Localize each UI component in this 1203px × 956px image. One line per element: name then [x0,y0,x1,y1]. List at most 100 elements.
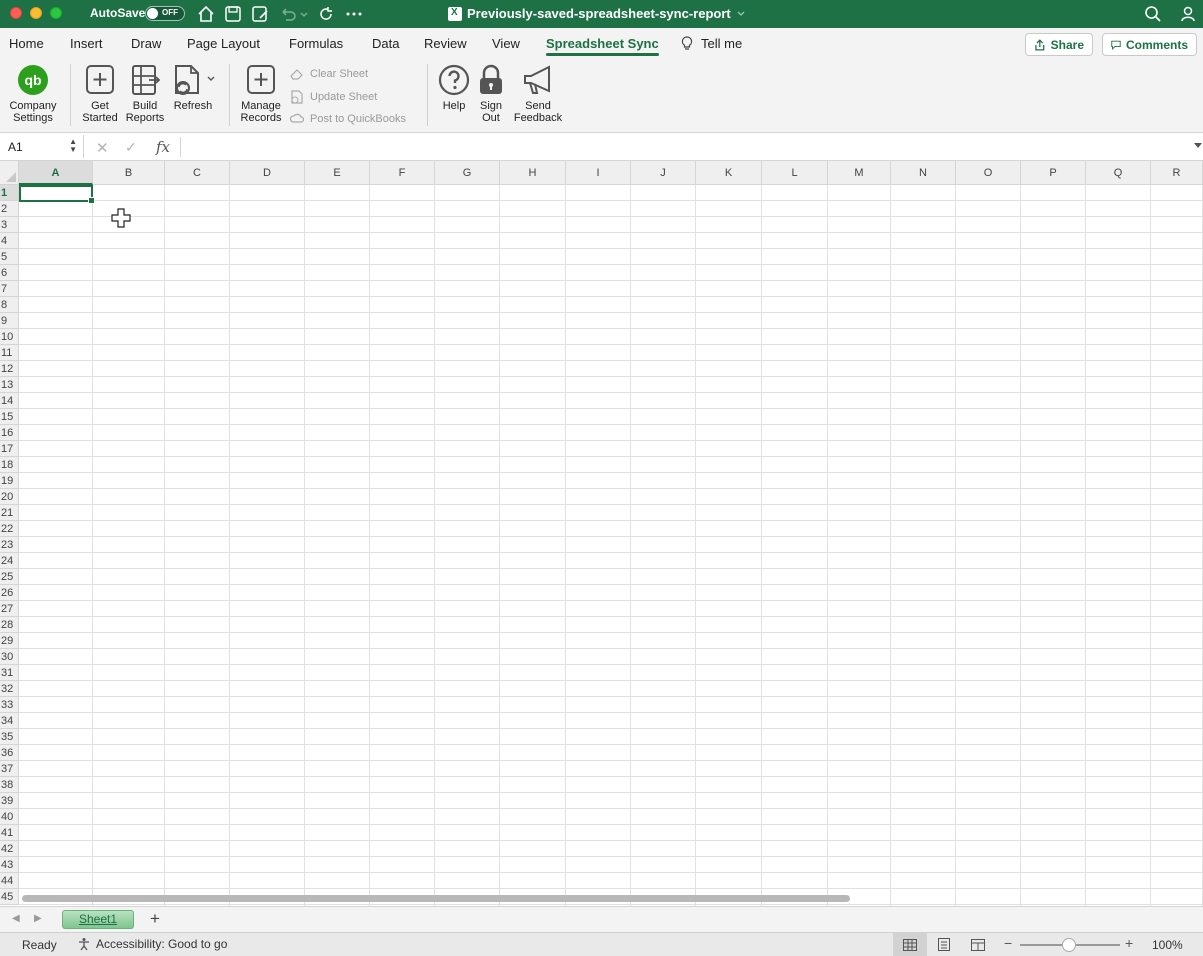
post-to-quickbooks-button[interactable]: Post to QuickBooks [290,112,406,125]
column-header-p[interactable]: P [1021,161,1086,185]
column-header-i[interactable]: I [566,161,631,185]
select-all-corner[interactable] [0,161,19,185]
zoom-level[interactable]: 100% [1152,938,1183,952]
zoom-out-button[interactable]: − [1004,935,1012,951]
horizontal-scrollbar[interactable] [22,895,850,902]
row-header-42[interactable]: 42 [0,841,18,857]
previous-sheet-icon[interactable]: ◀ [12,913,20,924]
cancel-entry-icon[interactable]: ✕ [96,139,109,157]
row-header-29[interactable]: 29 [0,633,18,649]
name-box[interactable]: A1 ▲ ▼ [0,135,84,158]
row-header-45[interactable]: 45 [0,889,18,905]
clear-sheet-button[interactable]: Clear Sheet [290,68,368,80]
row-header-11[interactable]: 11 [0,345,18,361]
row-header-34[interactable]: 34 [0,713,18,729]
row-header-35[interactable]: 35 [0,729,18,745]
save-icon[interactable] [223,4,243,24]
row-header-8[interactable]: 8 [0,297,18,313]
name-box-stepper-icon[interactable]: ▲ ▼ [69,138,77,154]
expand-formula-bar-icon[interactable] [1194,143,1202,149]
zoom-in-button[interactable]: + [1125,935,1133,951]
row-header-14[interactable]: 14 [0,393,18,409]
sign-out-button[interactable]: Sign Out [474,64,508,124]
column-header-k[interactable]: K [696,161,762,185]
column-header-e[interactable]: E [305,161,370,185]
column-header-b[interactable]: B [93,161,165,185]
row-header-21[interactable]: 21 [0,505,18,521]
minimize-window-button[interactable] [30,7,42,19]
row-header-4[interactable]: 4 [0,233,18,249]
save-as-icon[interactable] [250,4,270,24]
row-header-19[interactable]: 19 [0,473,18,489]
tab-home[interactable]: Home [9,36,44,51]
normal-view-button[interactable] [893,933,927,956]
column-header-r[interactable]: R [1151,161,1203,185]
add-sheet-button[interactable]: + [150,909,160,929]
build-reports-button[interactable]: Build Reports [124,64,166,124]
share-button[interactable]: Share [1025,33,1093,56]
row-header-25[interactable]: 25 [0,569,18,585]
column-header-d[interactable]: D [230,161,305,185]
row-header-40[interactable]: 40 [0,809,18,825]
row-header-43[interactable]: 43 [0,857,18,873]
row-header-23[interactable]: 23 [0,537,18,553]
row-header-15[interactable]: 15 [0,409,18,425]
tab-spreadsheet-sync[interactable]: Spreadsheet Sync [546,36,659,56]
more-icon[interactable] [344,4,364,24]
tab-formulas[interactable]: Formulas [289,36,343,51]
confirm-entry-icon[interactable]: ✓ [125,139,137,156]
zoom-window-button[interactable] [50,7,62,19]
tab-review[interactable]: Review [424,36,467,51]
page-break-view-button[interactable] [961,933,995,956]
next-sheet-icon[interactable]: ▶ [34,913,42,924]
row-header-37[interactable]: 37 [0,761,18,777]
column-header-m[interactable]: M [828,161,891,185]
undo-dropdown-icon[interactable] [298,4,310,24]
row-header-17[interactable]: 17 [0,441,18,457]
row-header-30[interactable]: 30 [0,649,18,665]
row-header-6[interactable]: 6 [0,265,18,281]
autosave-toggle[interactable]: OFF [145,6,185,21]
row-header-7[interactable]: 7 [0,281,18,297]
column-header-c[interactable]: C [165,161,230,185]
column-header-f[interactable]: F [370,161,435,185]
row-header-32[interactable]: 32 [0,681,18,697]
undo-icon[interactable] [278,4,298,24]
column-header-l[interactable]: L [762,161,828,185]
row-header-22[interactable]: 22 [0,521,18,537]
row-header-9[interactable]: 9 [0,313,18,329]
company-settings-button[interactable]: qb Company Settings [9,64,57,124]
insert-function-icon[interactable]: fx [156,138,170,156]
sheet-tab-sheet1[interactable]: Sheet1 [62,910,134,929]
row-header-41[interactable]: 41 [0,825,18,841]
search-icon[interactable] [1143,4,1163,24]
zoom-slider-knob[interactable] [1062,938,1076,952]
tab-data[interactable]: Data [372,36,399,51]
column-header-h[interactable]: H [500,161,566,185]
comments-button[interactable]: Comments [1102,33,1197,56]
row-header-39[interactable]: 39 [0,793,18,809]
send-feedback-button[interactable]: Send Feedback [513,64,563,124]
row-header-31[interactable]: 31 [0,665,18,681]
column-header-n[interactable]: N [891,161,956,185]
row-header-38[interactable]: 38 [0,777,18,793]
tab-draw[interactable]: Draw [131,36,161,51]
row-header-13[interactable]: 13 [0,377,18,393]
row-header-26[interactable]: 26 [0,585,18,601]
refresh-button[interactable]: Refresh [170,64,216,112]
help-button[interactable]: Help [436,64,472,112]
row-header-28[interactable]: 28 [0,617,18,633]
cell-area[interactable] [19,185,1203,906]
row-header-33[interactable]: 33 [0,697,18,713]
column-header-j[interactable]: J [631,161,696,185]
row-header-5[interactable]: 5 [0,249,18,265]
column-header-g[interactable]: G [435,161,500,185]
tab-insert[interactable]: Insert [70,36,103,51]
row-header-44[interactable]: 44 [0,873,18,889]
row-header-2[interactable]: 2 [0,201,18,217]
get-started-button[interactable]: Get Started [80,64,120,124]
row-header-27[interactable]: 27 [0,601,18,617]
close-window-button[interactable] [10,7,22,19]
worksheet-grid[interactable]: ABCDEFGHIJKLMNOPQR 1 2 3 4 5 6 7 8 9 10 11 12 13 14 15… [0,161,1203,906]
redo-icon[interactable] [316,4,336,24]
